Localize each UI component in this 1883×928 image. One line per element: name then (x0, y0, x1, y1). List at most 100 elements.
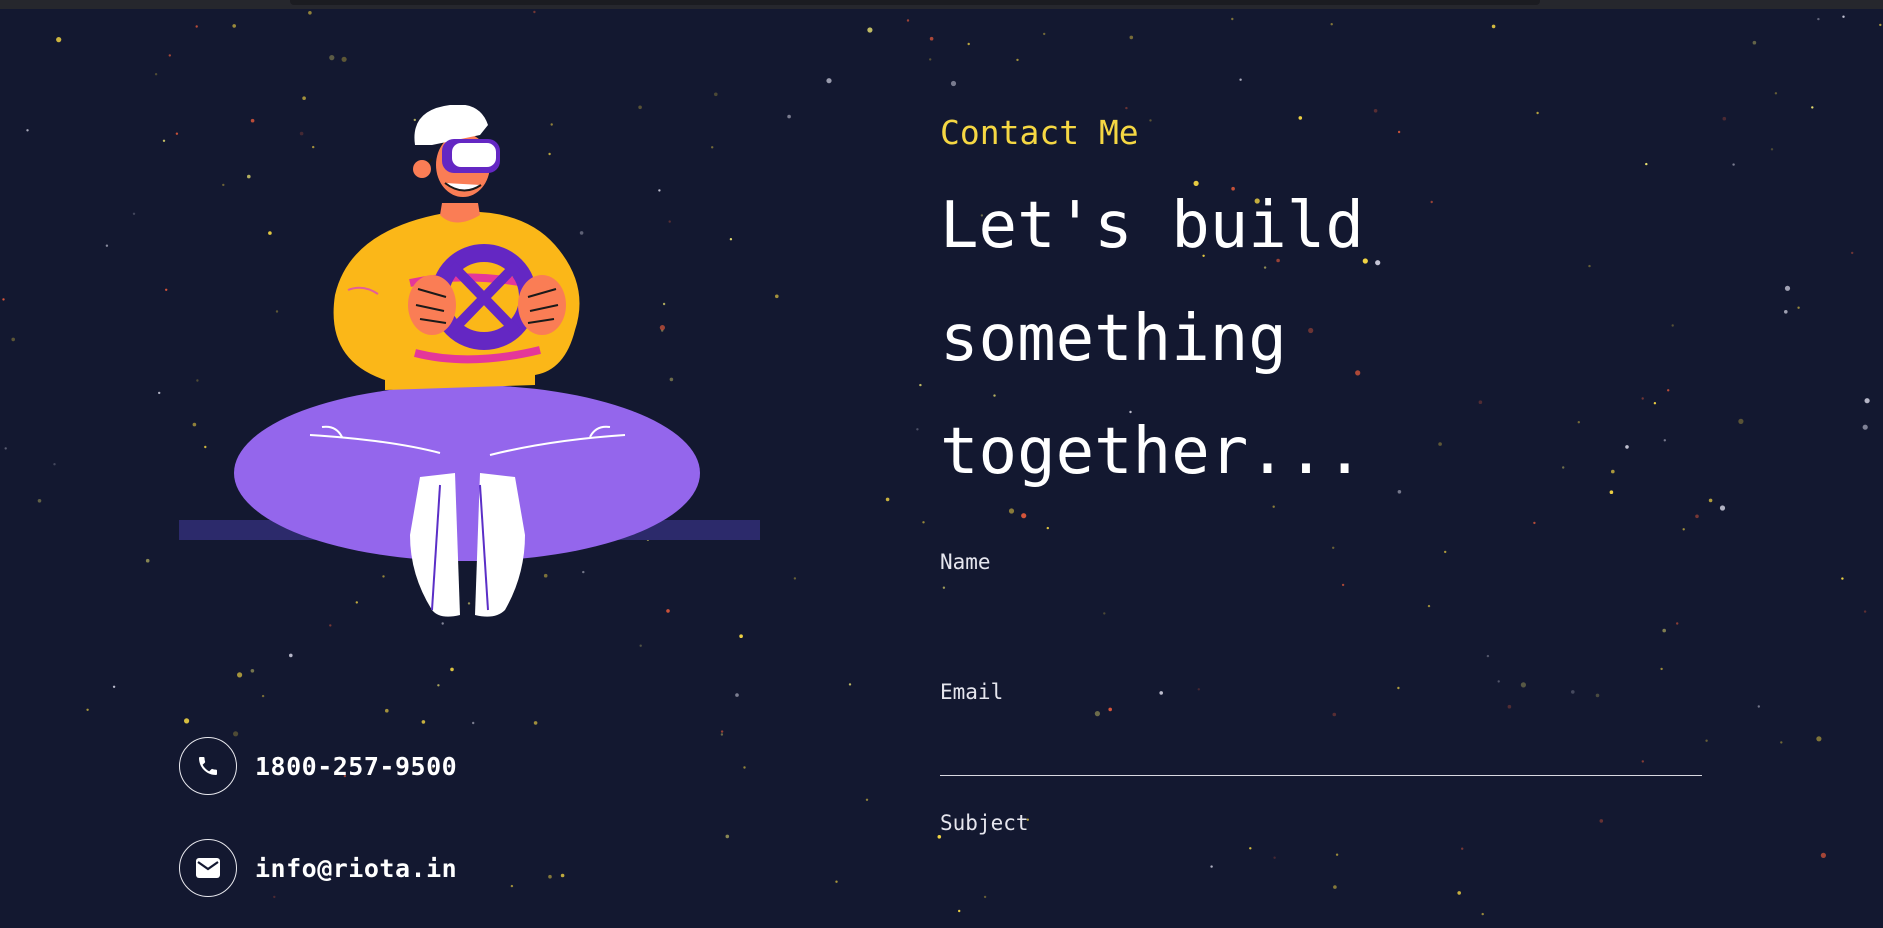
star (1862, 424, 1868, 430)
star (560, 873, 565, 878)
star (1780, 741, 1783, 744)
star (1820, 852, 1826, 859)
subject-label: Subject (940, 811, 1029, 835)
star (720, 733, 724, 736)
star (1536, 111, 1539, 115)
star (639, 644, 642, 647)
star (2, 298, 5, 301)
star (1625, 445, 1629, 449)
star (1609, 490, 1614, 495)
star (53, 463, 56, 466)
star (1533, 521, 1536, 525)
star (1667, 389, 1670, 392)
star (1611, 469, 1615, 474)
star (1645, 162, 1648, 166)
star (1784, 285, 1791, 291)
star (232, 24, 236, 28)
section-eyebrow: Contact Me (940, 113, 1139, 152)
star (1016, 58, 1019, 62)
star (1046, 526, 1050, 530)
star (1008, 508, 1015, 514)
star (1841, 577, 1844, 580)
star (289, 653, 293, 658)
star (793, 577, 797, 580)
phone-number[interactable]: 1800-257-9500 (255, 752, 457, 781)
star (158, 391, 161, 395)
star (450, 667, 454, 672)
star (165, 288, 168, 291)
email-input[interactable] (940, 735, 1702, 776)
star (1397, 130, 1401, 134)
email-contact[interactable]: info@riota.in (179, 839, 457, 897)
star (1108, 707, 1112, 712)
star (1722, 116, 1727, 121)
star (1879, 23, 1882, 27)
email-address[interactable]: info@riota.in (255, 854, 457, 883)
star (1486, 654, 1490, 658)
star (1732, 163, 1735, 166)
star (1774, 92, 1778, 95)
star (885, 497, 890, 502)
star (725, 834, 730, 839)
star (1332, 546, 1335, 549)
star (548, 874, 552, 879)
star (1149, 119, 1152, 122)
vr-gamer-illustration (179, 105, 760, 617)
star (26, 129, 29, 132)
star (1842, 15, 1845, 18)
star (1125, 106, 1128, 110)
star (1588, 264, 1591, 268)
star (937, 835, 942, 839)
star (154, 73, 158, 76)
star (950, 80, 957, 87)
subject-input[interactable] (940, 850, 1702, 890)
star (261, 694, 265, 698)
star (720, 730, 724, 733)
star (929, 58, 932, 61)
star (1129, 35, 1134, 40)
star (1738, 418, 1744, 424)
star (1851, 251, 1854, 255)
star (1457, 891, 1461, 895)
star (1663, 439, 1667, 442)
star (1491, 24, 1496, 29)
star (1660, 667, 1663, 671)
star (775, 294, 779, 299)
star (1784, 310, 1788, 314)
star (510, 884, 514, 888)
star (1653, 402, 1657, 405)
star (437, 684, 440, 687)
star (826, 78, 832, 84)
star (1497, 680, 1500, 683)
star (929, 36, 934, 41)
star (967, 42, 970, 46)
star (1811, 106, 1814, 109)
star (472, 721, 475, 725)
page-headline: Let's build something together... (940, 189, 1364, 489)
star (1757, 705, 1761, 708)
star (341, 56, 347, 62)
phone-icon (179, 737, 237, 795)
star (1662, 628, 1666, 633)
star (112, 685, 116, 688)
mail-icon (179, 839, 237, 897)
star (1520, 682, 1526, 688)
star (533, 721, 538, 725)
star (1708, 498, 1713, 503)
star (739, 634, 743, 638)
star (1397, 686, 1400, 690)
star (86, 708, 89, 711)
star (1298, 116, 1303, 120)
star (1043, 32, 1046, 36)
phone-contact[interactable]: 1800-257-9500 (179, 737, 457, 795)
star (743, 766, 746, 769)
email-label: Email (940, 680, 1004, 704)
star (1641, 397, 1644, 400)
star (162, 139, 166, 142)
name-input[interactable] (940, 585, 1702, 625)
star (1562, 466, 1565, 469)
star (11, 337, 15, 342)
star (1094, 711, 1100, 717)
star (145, 558, 150, 563)
star (835, 880, 838, 883)
